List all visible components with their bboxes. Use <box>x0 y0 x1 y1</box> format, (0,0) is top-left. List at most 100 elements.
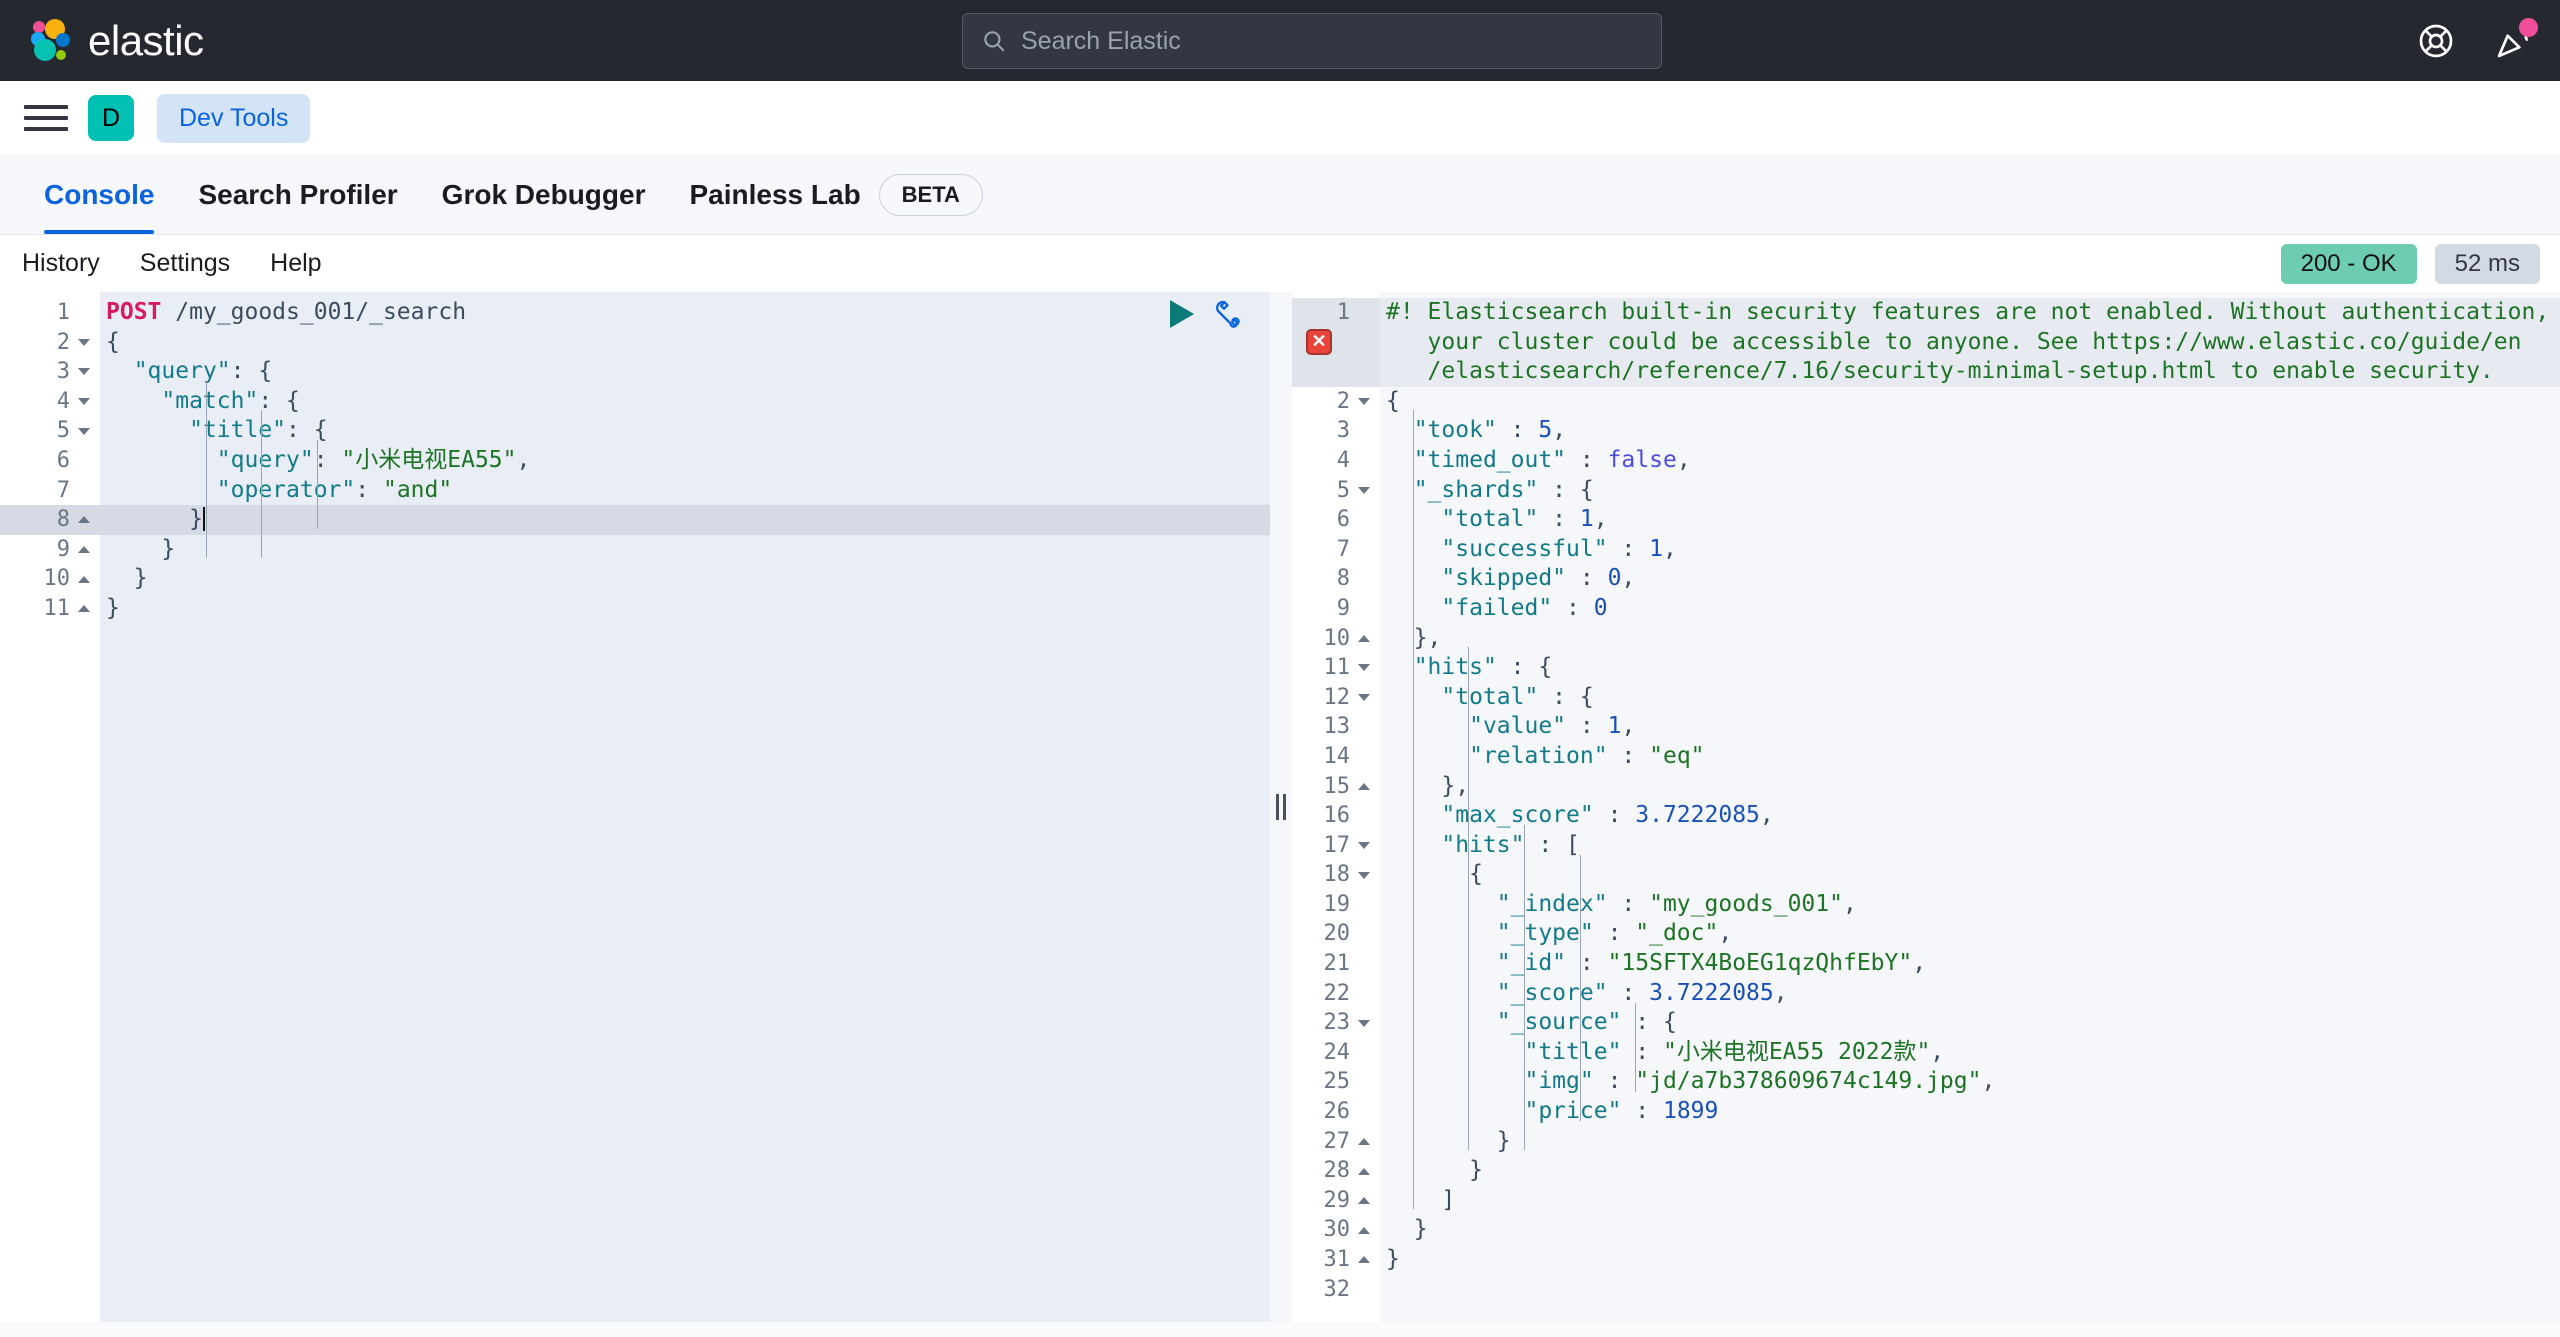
gutter-line[interactable]: 6 <box>0 446 100 476</box>
fold-expand-icon[interactable] <box>1358 634 1370 642</box>
gutter-line[interactable]: 2 <box>1292 387 1380 417</box>
code-line[interactable]: #! Elasticsearch built-in security featu… <box>1380 298 2560 328</box>
code-line[interactable]: "query": "小米电视EA55", <box>100 446 1270 476</box>
gutter-line[interactable]: 9 <box>1292 594 1380 624</box>
code-line[interactable]: { <box>1380 387 2560 417</box>
gutter-line[interactable]: 30 <box>1292 1215 1380 1245</box>
global-search[interactable]: Search Elastic <box>962 13 1662 69</box>
gutter-line[interactable]: 27 <box>1292 1127 1380 1157</box>
code-line[interactable]: "successful" : 1, <box>1380 535 2560 565</box>
gutter-line[interactable]: 17 <box>1292 831 1380 861</box>
gutter-line[interactable]: 15 <box>1292 772 1380 802</box>
code-line[interactable]: "took" : 5, <box>1380 416 2560 446</box>
tab-console[interactable]: Console <box>22 155 176 234</box>
gutter-line[interactable]: 1 <box>0 298 100 328</box>
gutter-line[interactable]: 21 <box>1292 949 1380 979</box>
code-line[interactable]: "timed_out" : false, <box>1380 446 2560 476</box>
code-line[interactable]: "price" : 1899 <box>1380 1097 2560 1127</box>
tab-grok-debugger[interactable]: Grok Debugger <box>420 155 668 234</box>
request-pane[interactable]: 1 2 3 4 5 6 7 8 9 10 11 POST /my_goods_001/_search… <box>0 292 1270 1322</box>
gutter-line[interactable]: 3 <box>1292 416 1380 446</box>
fold-expand-icon[interactable] <box>1358 1167 1370 1175</box>
gutter-line[interactable]: 3 <box>0 357 100 387</box>
code-line[interactable]: } <box>1380 1156 2560 1186</box>
code-line[interactable]: "value" : 1, <box>1380 712 2560 742</box>
gutter-line[interactable]: 11 <box>1292 653 1380 683</box>
help-link[interactable]: Help <box>270 249 321 278</box>
vertical-resize-handle-icon[interactable] <box>1276 794 1286 820</box>
request-gutter[interactable]: 1 2 3 4 5 6 7 8 9 10 11 <box>0 292 100 1322</box>
code-line[interactable]: "skipped" : 0, <box>1380 564 2560 594</box>
code-line[interactable]: your cluster could be accessible to anyo… <box>1380 327 2560 358</box>
fold-collapse-icon[interactable] <box>1358 694 1370 702</box>
code-line[interactable]: POST /my_goods_001/_search <box>100 298 1270 328</box>
gutter-line[interactable]: 7 <box>0 476 100 506</box>
request-editor[interactable]: POST /my_goods_001/_search{ "query": { "… <box>100 292 1270 1322</box>
code-line[interactable]: } <box>100 564 1270 594</box>
code-line[interactable]: } <box>1380 1245 2560 1275</box>
code-line[interactable]: ] <box>1380 1186 2560 1216</box>
code-line[interactable]: { <box>100 328 1270 358</box>
gutter-line[interactable]: 31 <box>1292 1245 1380 1275</box>
fold-expand-icon[interactable] <box>1358 1197 1370 1205</box>
fold-collapse-icon[interactable] <box>1358 842 1370 849</box>
code-line[interactable]: "total" : 1, <box>1380 505 2560 535</box>
gutter-line[interactable]: 5 <box>0 416 100 446</box>
response-gutter[interactable]: 1 ✕ 2 3 4 5 6 7 8 9 10 11 12 13 14 15 16 17 18 19 20 21 22 23 24… <box>1292 292 1380 1322</box>
code-line[interactable]: "_type" : "_doc", <box>1380 919 2560 949</box>
fold-collapse-icon[interactable] <box>1358 486 1370 494</box>
play-run-icon[interactable] <box>1170 300 1194 328</box>
gutter-line[interactable]: 6 <box>1292 505 1380 535</box>
code-line[interactable]: "query": { <box>100 357 1270 387</box>
hamburger-menu-icon[interactable] <box>24 96 68 140</box>
code-line[interactable]: { <box>1380 860 2560 890</box>
code-line[interactable]: } <box>1380 1127 2560 1157</box>
gutter-line[interactable]: 10 <box>1292 624 1380 654</box>
gutter-line[interactable]: 16 <box>1292 801 1380 831</box>
wrench-actions-icon[interactable] <box>1212 298 1244 330</box>
code-line[interactable]: "_id" : "15SFTX4BoEG1qzQhfEbY", <box>1380 949 2560 979</box>
fold-collapse-icon[interactable] <box>78 398 90 406</box>
gutter-line[interactable]: 24 <box>1292 1038 1380 1068</box>
fold-expand-icon[interactable] <box>78 575 90 583</box>
code-line[interactable]: "title" : "小米电视EA55 2022款", <box>1380 1038 2560 1068</box>
code-line[interactable]: }, <box>1380 624 2560 654</box>
response-pane[interactable]: 1 ✕ 2 3 4 5 6 7 8 9 10 11 12 13 14 15 16 17 18 19 20 21 22 23 24… <box>1292 292 2560 1322</box>
gutter-line[interactable]: 7 <box>1292 535 1380 565</box>
code-line[interactable]: "total" : { <box>1380 683 2560 713</box>
fold-collapse-icon[interactable] <box>1358 664 1370 672</box>
fold-expand-icon[interactable] <box>78 546 90 554</box>
code-line[interactable]: "title": { <box>100 416 1270 446</box>
gutter-line[interactable]: 5 <box>1292 476 1380 506</box>
brand[interactable]: elastic <box>26 17 204 65</box>
gutter-line[interactable]: 11 <box>0 594 100 624</box>
response-editor[interactable]: #! Elasticsearch built-in security featu… <box>1380 292 2560 1322</box>
code-line[interactable]: "_index" : "my_goods_001", <box>1380 890 2560 920</box>
gutter-line[interactable]: 32 <box>1292 1275 1380 1305</box>
history-link[interactable]: History <box>22 249 100 278</box>
code-line[interactable]: "_score" : 3.7222085, <box>1380 979 2560 1009</box>
fold-collapse-icon[interactable] <box>78 338 90 346</box>
fold-collapse-icon[interactable] <box>1358 1019 1370 1027</box>
gutter-line[interactable]: 14 <box>1292 742 1380 772</box>
fold-expand-icon[interactable] <box>1358 1256 1370 1264</box>
search-input[interactable]: Search Elastic <box>1021 27 1181 56</box>
gutter-line[interactable]: 23 <box>1292 1008 1380 1038</box>
gutter-line[interactable]: 20 <box>1292 919 1380 949</box>
gutter-line[interactable]: 26 <box>1292 1097 1380 1127</box>
code-line[interactable]: "max_score" : 3.7222085, <box>1380 801 2560 831</box>
gutter-line[interactable]: 18 <box>1292 860 1380 890</box>
code-line[interactable]: "_shards" : { <box>1380 476 2560 506</box>
code-line[interactable]: } <box>100 535 1270 565</box>
code-line[interactable]: "_source" : { <box>1380 1008 2560 1038</box>
gutter-line[interactable]: 8 <box>0 505 100 535</box>
code-line[interactable]: } <box>1380 1215 2560 1245</box>
fold-collapse-icon[interactable] <box>78 368 90 376</box>
code-line[interactable]: "failed" : 0 <box>1380 594 2560 624</box>
fold-expand-icon[interactable] <box>1358 1137 1370 1145</box>
error-x-icon[interactable]: ✕ <box>1306 329 1332 355</box>
fold-collapse-icon[interactable] <box>78 427 90 435</box>
gutter-line[interactable]: 19 <box>1292 890 1380 920</box>
gutter-line[interactable]: 22 <box>1292 979 1380 1009</box>
gutter-line[interactable]: 9 <box>0 535 100 565</box>
